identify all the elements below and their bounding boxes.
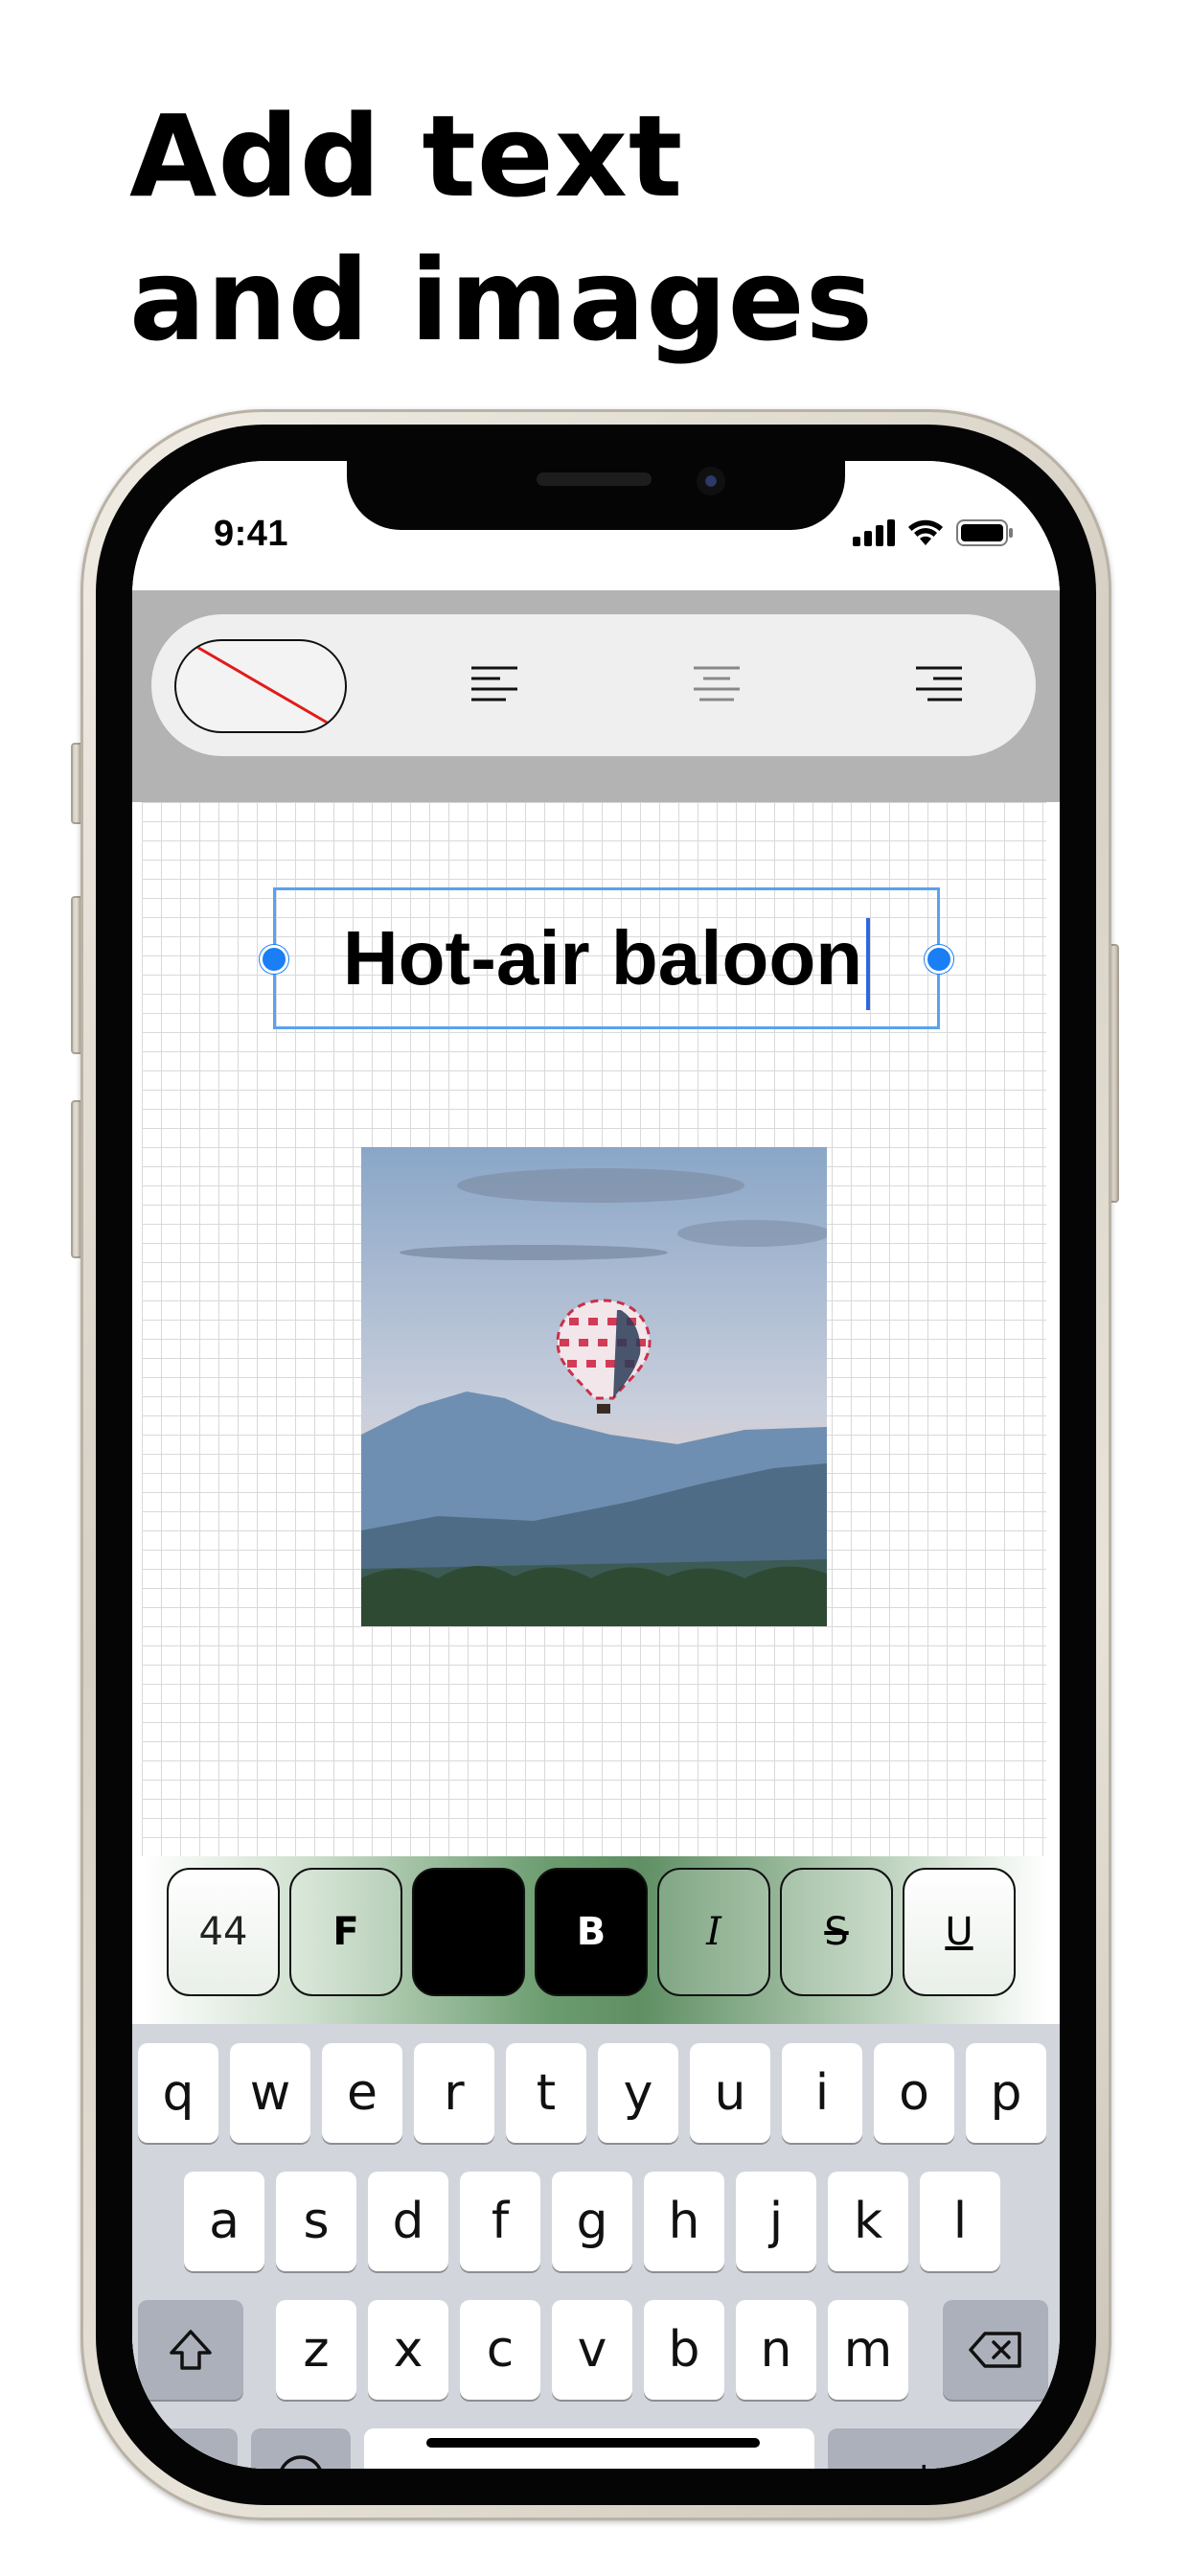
key-j[interactable]: j [736,2172,816,2271]
phone-screen: 9:41 Hot-air baloon 44 F B I S U q w e r… [132,461,1060,2469]
emoji-icon [280,2455,322,2469]
key-z[interactable]: z [276,2300,356,2400]
numbers-key[interactable]: 123 [138,2428,238,2469]
delete-icon [969,2332,1021,2368]
align-left-button[interactable] [456,656,533,714]
space-key[interactable]: space [364,2428,814,2469]
bold-button[interactable]: B [535,1868,648,1996]
bold-label: B [576,1910,606,1954]
headline-line-1: Add text [129,90,684,222]
key-w[interactable]: w [230,2043,310,2143]
strikethrough-label: S [824,1910,849,1954]
key-u[interactable]: u [690,2043,770,2143]
emoji-key[interactable] [251,2428,351,2469]
headline: Add text and images [129,84,874,372]
cellular-signal-icon [853,519,895,546]
strikethrough-button[interactable]: S [780,1868,893,1996]
resize-handle-right[interactable] [925,945,953,974]
key-c[interactable]: c [460,2300,540,2400]
text-toolbar [151,614,1036,756]
notch [347,461,845,530]
key-q[interactable]: q [138,2043,218,2143]
align-right-button[interactable] [901,656,977,714]
key-s[interactable]: s [276,2172,356,2271]
underline-label: U [945,1910,973,1954]
text-color-button[interactable] [412,1868,525,1996]
align-right-icon [916,666,962,702]
key-i[interactable]: i [782,2043,862,2143]
shift-icon [170,2330,212,2370]
key-t[interactable]: t [506,2043,586,2143]
earpiece-speaker [537,472,652,486]
key-x[interactable]: x [368,2300,448,2400]
underline-button[interactable]: U [903,1868,1016,1996]
align-center-icon [694,666,740,702]
battery-icon [956,519,1013,546]
italic-label: I [706,1910,721,1954]
key-g[interactable]: g [552,2172,632,2271]
font-label: F [332,1910,359,1954]
phone-frame: 9:41 Hot-air baloon 44 F B I S U q w e r… [80,409,1111,2520]
key-k[interactable]: k [828,2172,908,2271]
key-f[interactable]: f [460,2172,540,2271]
grid-canvas[interactable]: Hot-air baloon [142,802,1046,1856]
font-button[interactable]: F [289,1868,402,1996]
key-e[interactable]: e [322,2043,402,2143]
key-h[interactable]: h [644,2172,724,2271]
key-d[interactable]: d [368,2172,448,2271]
keyboard: q w e r t y u i o p a s d f g h j k l z … [132,2024,1060,2469]
app-content: Hot-air baloon 44 F B I S U q w e r t y … [132,590,1060,2469]
key-r[interactable]: r [414,2043,494,2143]
balloon-photo[interactable] [361,1147,827,1626]
text-caret [866,917,871,1010]
text-box-content: Hot-air baloon [276,890,937,1026]
status-time: 9:41 [214,514,289,554]
return-key[interactable]: return [828,2428,1048,2469]
key-p[interactable]: p [966,2043,1046,2143]
no-color-button[interactable] [174,639,347,733]
text-box-text[interactable]: Hot-air baloon [343,915,862,1000]
align-center-button[interactable] [678,656,755,714]
key-m[interactable]: m [828,2300,908,2400]
key-v[interactable]: v [552,2300,632,2400]
wifi-icon [908,519,943,545]
key-n[interactable]: n [736,2300,816,2400]
hot-air-balloon-image [361,1147,827,1626]
shift-key[interactable] [138,2300,243,2400]
key-a[interactable]: a [184,2172,264,2271]
front-camera [697,467,725,495]
delete-key[interactable] [943,2300,1048,2400]
selected-text-box[interactable]: Hot-air baloon [260,887,953,1029]
key-y[interactable]: y [598,2043,678,2143]
key-l[interactable]: l [920,2172,1000,2271]
key-o[interactable]: o [874,2043,954,2143]
resize-handle-left[interactable] [260,945,288,974]
italic-button[interactable]: I [657,1868,770,1996]
home-indicator[interactable] [426,2438,760,2448]
key-b[interactable]: b [644,2300,724,2400]
headline-line-2: and images [129,234,874,366]
phone-bezel: 9:41 Hot-air baloon 44 F B I S U q w e r… [96,425,1096,2505]
no-color-icon [193,643,336,729]
font-size-button[interactable]: 44 [167,1868,280,1996]
format-bar: 44 F B I S U [142,1856,1046,2024]
status-icons [853,514,1014,552]
toolbar-area [132,590,1060,802]
align-left-icon [471,666,517,702]
font-size-value: 44 [198,1910,248,1954]
